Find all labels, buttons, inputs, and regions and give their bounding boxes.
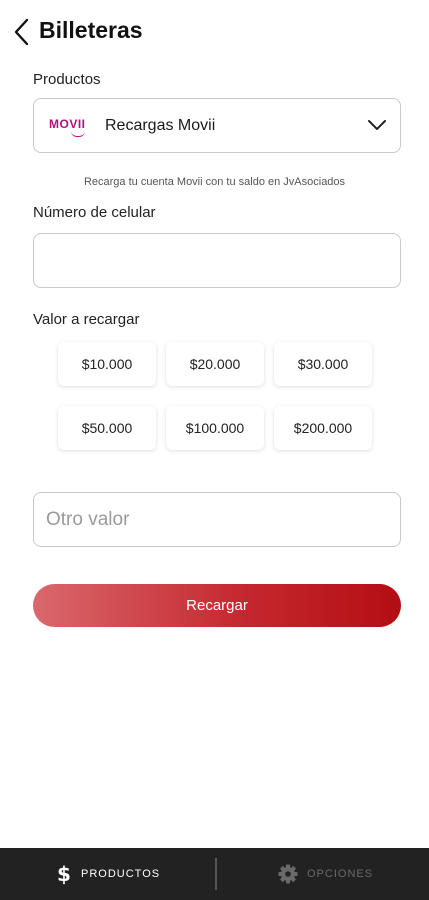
other-amount-input[interactable]: [33, 492, 401, 547]
phone-input[interactable]: [33, 233, 401, 288]
gear-icon: [278, 864, 298, 884]
chevron-left-icon[interactable]: [10, 16, 34, 48]
page-title: Billeteras: [39, 17, 143, 43]
dollar-icon: $: [57, 863, 71, 885]
nav-opciones-label: OPCIONES: [307, 868, 374, 880]
amount-option-100000[interactable]: $100.000: [166, 406, 264, 450]
nav-productos[interactable]: $ PRODUCTOS: [56, 848, 160, 900]
product-select-value: Recargas Movii: [105, 117, 216, 134]
svg-text:$: $: [57, 863, 71, 885]
amount-option-200000[interactable]: $200.000: [274, 406, 372, 450]
nav-opciones[interactable]: OPCIONES: [278, 848, 373, 900]
product-hint: Recarga tu cuenta Movii con tu saldo en …: [83, 176, 346, 188]
product-select[interactable]: MOVII Recargas Movii: [33, 98, 401, 153]
phone-label: Número de celular: [33, 204, 156, 221]
movii-logo: MOVII: [49, 117, 86, 137]
nav-productos-label: PRODUCTOS: [81, 868, 161, 880]
recharge-button[interactable]: Recargar: [33, 584, 401, 627]
amount-option-50000[interactable]: $50.000: [58, 406, 156, 450]
bottom-nav: $ PRODUCTOS OPCIONES: [0, 848, 429, 900]
nav-divider: [215, 858, 217, 890]
products-label: Productos: [33, 71, 101, 88]
amount-label: Valor a recargar: [33, 311, 140, 328]
app-header: Billeteras: [0, 0, 429, 62]
chevron-down-icon: [368, 120, 386, 130]
amount-option-30000[interactable]: $30.000: [274, 342, 372, 386]
amount-option-20000[interactable]: $20.000: [166, 342, 264, 386]
amount-option-10000[interactable]: $10.000: [58, 342, 156, 386]
